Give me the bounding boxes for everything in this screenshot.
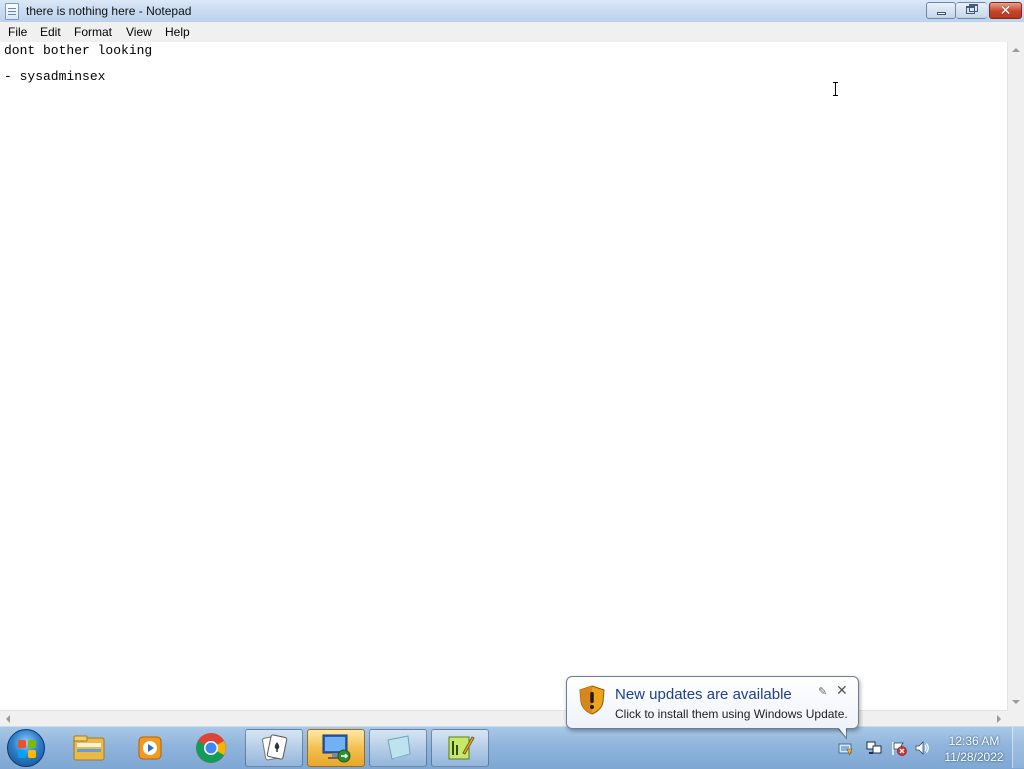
scroll-left-icon[interactable] [6,715,10,723]
text-editor[interactable]: dont bother looking - sysadminsex [0,42,1007,710]
minimize-button[interactable] [926,2,956,19]
taskbar-explorer[interactable] [60,729,118,767]
action-center-flag-icon[interactable] [891,740,907,756]
menu-edit[interactable]: Edit [39,25,62,39]
taskbar-remote-desktop[interactable] [307,729,365,767]
scroll-up-icon[interactable] [1012,48,1020,52]
speaker-glyph-icon [915,741,929,755]
windows-update-icon[interactable] [837,740,853,756]
menu-bar: File Edit Format View Help [0,22,1024,43]
taskbar-media-player[interactable] [121,729,179,767]
notepadpp-icon [448,736,475,760]
show-desktop-button[interactable] [1012,727,1024,768]
notepad-app-icon[interactable] [5,3,19,20]
notification-options-icon[interactable]: ✎ [818,685,827,698]
warning-shield-icon [579,685,605,715]
taskbar-clock[interactable]: 12:36 AM 11/28/2022 [938,733,1010,765]
sticky-note-icon [387,735,411,760]
notification-body: Click to install them using Windows Upda… [615,707,848,721]
restore-button[interactable] [956,2,987,19]
menu-help[interactable]: Help [164,25,191,39]
restore-icon [966,6,975,14]
menu-format[interactable]: Format [73,25,113,39]
scroll-right-icon[interactable] [997,715,1001,723]
chrome-icon [196,733,226,763]
title-bar[interactable]: there is nothing here - Notepad ✕ [0,0,1024,23]
vertical-scrollbar[interactable] [1007,42,1024,710]
explorer-icon [73,735,105,761]
solitaire-icon [262,734,288,761]
notification-close-icon[interactable]: ✕ [836,682,848,699]
balloon-tail-inner [838,727,846,737]
remote-desktop-icon [322,734,351,763]
start-button[interactable] [7,729,45,767]
editor-line-3: - sysadminsex [4,69,106,84]
network-icon[interactable] [866,740,882,756]
close-button[interactable]: ✕ [989,2,1022,19]
close-icon: ✕ [999,2,1012,18]
flag-glyph-icon [892,742,907,756]
update-notification-balloon[interactable]: New updates are available Click to insta… [566,676,859,729]
menu-file[interactable]: File [7,25,28,39]
taskbar-sticky-notes[interactable] [369,729,427,767]
taskbar-notepadpp[interactable] [431,729,489,767]
notification-title: New updates are available [615,686,792,703]
scroll-down-icon[interactable] [1012,700,1020,704]
network-glyph-icon [866,741,882,754]
clock-time: 12:36 AM [948,734,1000,748]
taskbar-chrome[interactable] [182,729,240,767]
ibeam-cursor-icon [833,82,839,96]
menu-view[interactable]: View [125,25,153,39]
windows-update-glyph-icon [838,743,853,756]
windows-logo-icon [18,740,36,758]
minimize-icon [937,12,946,15]
clock-date: 11/28/2022 [944,750,1004,764]
taskbar-solitaire[interactable] [245,729,303,767]
window-title: there is nothing here - Notepad [26,4,192,18]
volume-icon[interactable] [914,740,930,756]
editor-line-1: dont bother looking [4,43,153,58]
media-player-icon [138,736,162,760]
scrollbar-corner [1007,710,1024,726]
